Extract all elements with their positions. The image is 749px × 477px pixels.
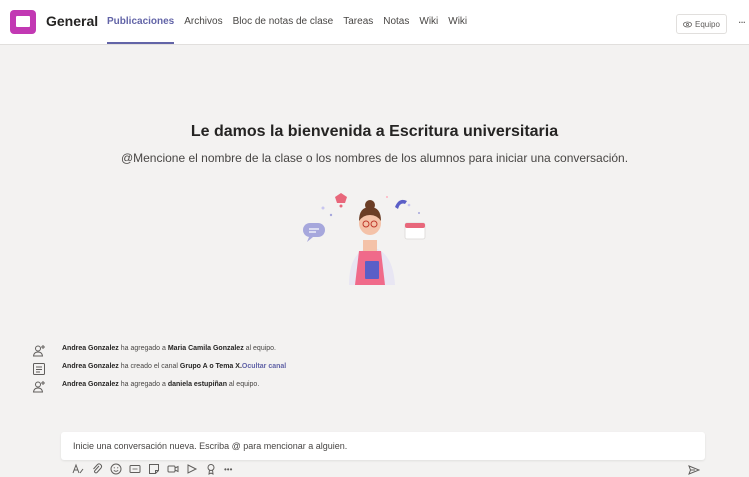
- activity-target[interactable]: daniela estupiñan: [168, 381, 227, 388]
- activity-target[interactable]: Maria Camila Gonzalez: [168, 345, 244, 352]
- praise-icon[interactable]: [205, 463, 217, 475]
- activity-verb: ha agregado a: [118, 345, 168, 352]
- format-icon[interactable]: [72, 463, 84, 475]
- tab-wiki[interactable]: Wiki: [419, 0, 438, 44]
- attach-icon[interactable]: [91, 463, 103, 475]
- welcome-subtitle: @Mencione el nombre de la clase o los no…: [120, 151, 629, 165]
- activity-feed: Andrea Gonzalez ha agregado a Maria Cami…: [32, 342, 286, 396]
- hide-channel-link[interactable]: Ocultar canal: [242, 363, 286, 370]
- send-icon[interactable]: [688, 464, 700, 476]
- stream-icon[interactable]: [186, 463, 198, 475]
- activity-text: Andrea Gonzalez ha agregado a daniela es…: [62, 381, 259, 388]
- tab-bloc-de-notas[interactable]: Bloc de notas de clase: [233, 0, 334, 44]
- team-avatar[interactable]: [10, 10, 36, 34]
- activity-text: Andrea Gonzalez ha creado el canal Grupo…: [62, 363, 286, 370]
- gif-icon[interactable]: [129, 463, 141, 475]
- welcome-illustration: [303, 193, 426, 285]
- compose-toolbar: •••: [72, 463, 232, 475]
- activity-verb: ha agregado a: [118, 381, 168, 388]
- meet-now-icon[interactable]: [167, 463, 179, 475]
- activity-actor[interactable]: Andrea Gonzalez: [62, 381, 119, 388]
- more-icon[interactable]: •••: [224, 465, 232, 474]
- activity-item: Andrea Gonzalez ha agregado a daniela es…: [32, 378, 259, 396]
- tab-archivos[interactable]: Archivos: [184, 0, 222, 44]
- channel-name: General: [46, 13, 99, 29]
- tab-wiki-2[interactable]: Wiki: [448, 0, 467, 44]
- team-button-label: Equipo: [695, 19, 720, 29]
- activity-verb: ha creado el canal: [118, 363, 180, 370]
- activity-text: Andrea Gonzalez ha agregado a Maria Cami…: [62, 345, 276, 352]
- channel-header: General Publicaciones Archivos Bloc de n…: [0, 0, 749, 45]
- compose-placeholder: Inicie una conversación nueva. Escriba @…: [73, 441, 348, 451]
- tab-notas[interactable]: Notas: [383, 0, 409, 44]
- activity-suffix: al equipo.: [226, 381, 260, 388]
- activity-target[interactable]: Grupo A o Tema X: [180, 363, 240, 370]
- channel-tabs: Publicaciones Archivos Bloc de notas de …: [107, 0, 477, 44]
- activity-item: Andrea Gonzalez ha creado el canal Grupo…: [32, 360, 286, 378]
- activity-actor[interactable]: Andrea Gonzalez: [62, 363, 119, 370]
- add-user-icon: [32, 345, 45, 357]
- tab-publicaciones[interactable]: Publicaciones: [107, 0, 175, 44]
- activity-actor[interactable]: Andrea Gonzalez: [62, 345, 119, 352]
- compose-box[interactable]: Inicie una conversación nueva. Escriba @…: [61, 432, 705, 460]
- activity-suffix: al equipo.: [243, 345, 277, 352]
- more-options-button[interactable]: ...: [738, 12, 746, 26]
- sticker-icon[interactable]: [148, 463, 160, 475]
- team-button[interactable]: Equipo: [676, 14, 727, 34]
- channel-icon: [33, 363, 45, 375]
- tab-tareas[interactable]: Tareas: [343, 0, 373, 44]
- activity-item: Andrea Gonzalez ha agregado a Maria Cami…: [32, 342, 276, 360]
- add-user-icon: [32, 381, 45, 393]
- emoji-icon[interactable]: [110, 463, 122, 475]
- eye-icon: [683, 21, 692, 27]
- welcome-title: Le damos la bienvenida a Escritura unive…: [190, 123, 559, 140]
